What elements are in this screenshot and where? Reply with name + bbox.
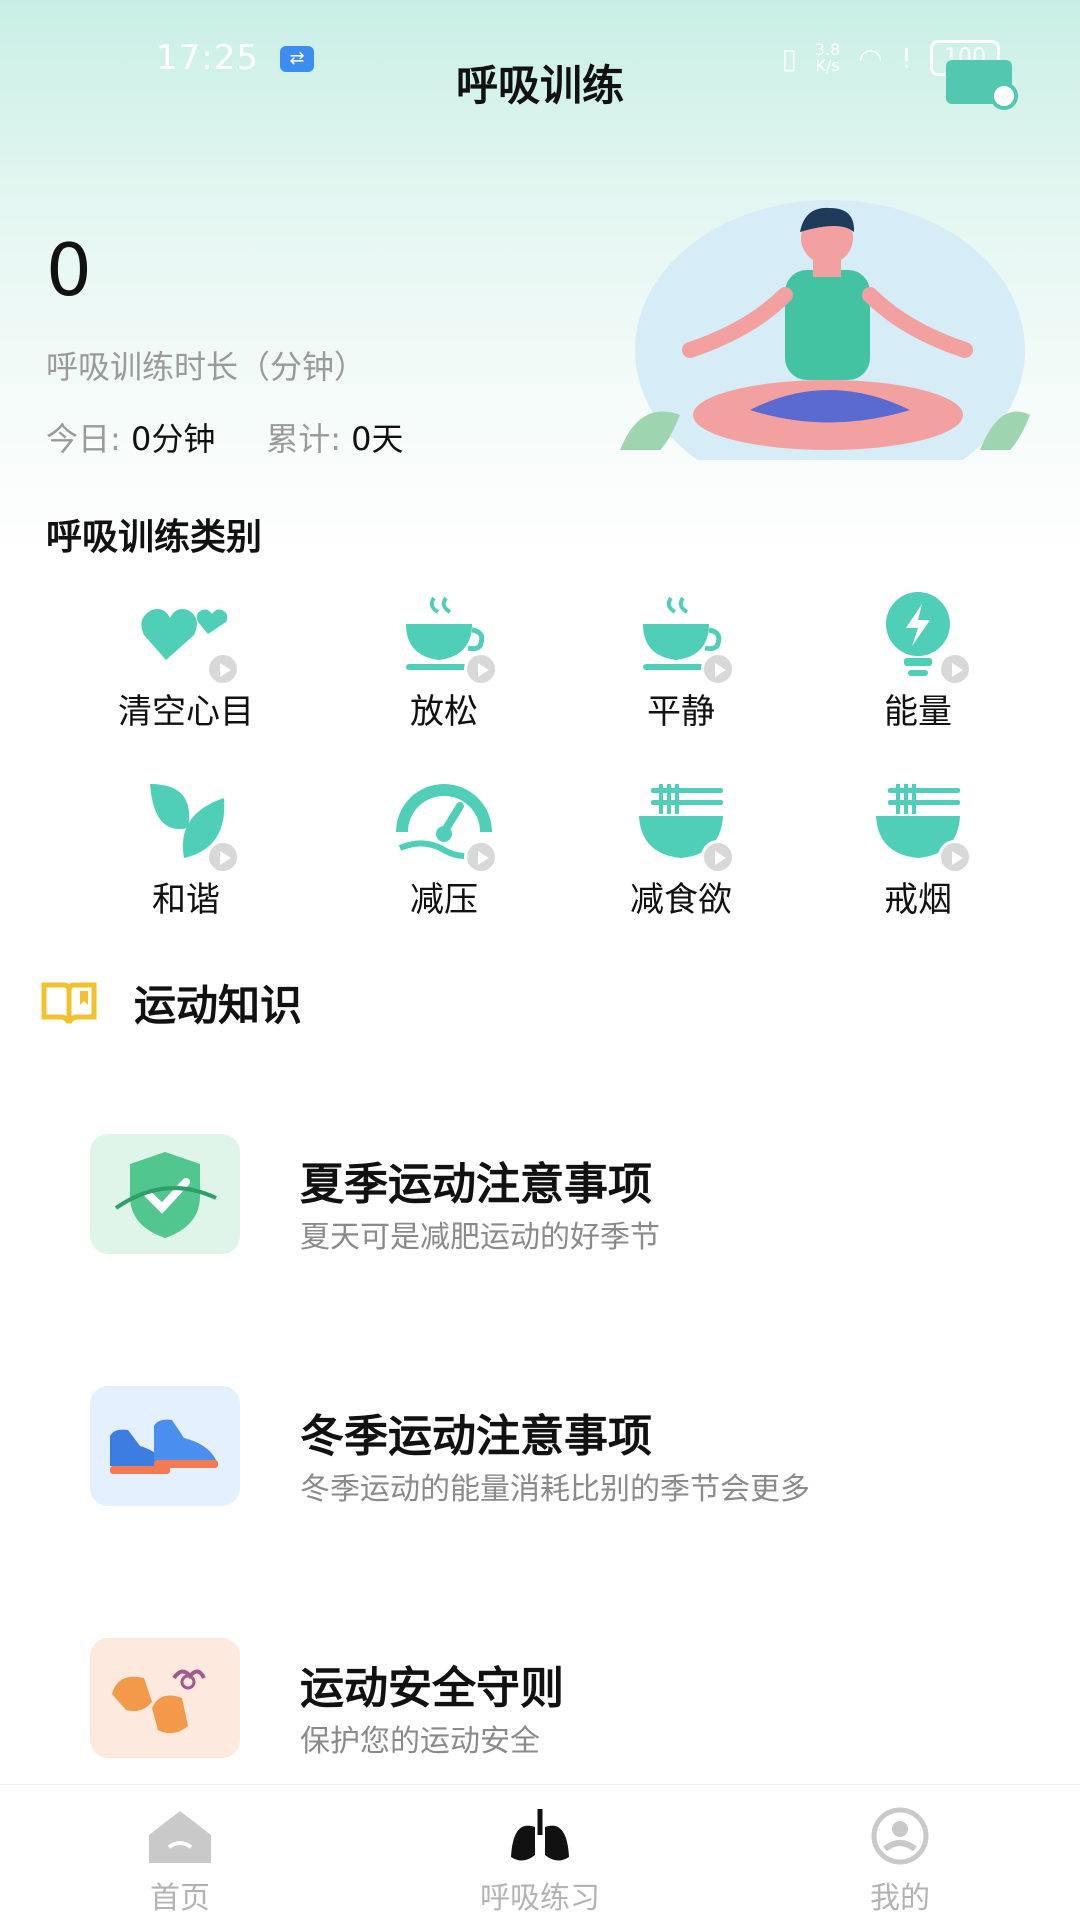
category-item-relax[interactable]: 放松 [344,590,544,733]
category-label: 清空心目 [118,692,254,732]
sneakers-icon [90,1386,240,1506]
gloves-icon [90,1638,240,1758]
category-label: 和谐 [152,880,220,920]
play-icon [701,652,735,686]
hearts-icon [136,590,240,686]
tab-profile[interactable]: 我的 [800,1807,1000,1917]
play-icon [701,840,735,874]
knowledge-subtitle: 冬季运动的能量消耗比别的季节会更多 [300,1472,810,1507]
category-item-calm[interactable]: 平静 [581,590,781,733]
cup-icon [631,590,735,686]
home-icon [149,1811,211,1863]
category-item-harmony[interactable]: 和谐 [86,778,286,921]
noodle-bowl-icon [868,778,972,874]
book-icon [41,982,97,1024]
total-days-label: 累计: [266,420,341,458]
bulb-icon [868,590,972,686]
knowledge-title: 夏季运动注意事项 [300,1159,652,1210]
gauge-icon [394,778,498,874]
category-label: 平静 [647,692,715,732]
today-value: 0分钟 [130,420,216,458]
tab-home[interactable]: 首页 [80,1807,280,1917]
knowledge-section-title: 运动知识 [134,981,303,1030]
stat-summary: 今日: 0分钟 累计: 0天 [46,414,404,460]
cup-icon [394,590,498,686]
shield-check-icon [90,1134,240,1254]
category-label: 减食欲 [630,880,732,920]
category-item-quit-smoking[interactable]: 戒烟 [818,778,1018,921]
knowledge-header: 运动知识 [40,972,302,1033]
category-label: 减压 [410,880,478,920]
knowledge-title: 冬季运动注意事项 [300,1411,652,1462]
category-label: 戒烟 [884,880,952,920]
play-icon [206,840,240,874]
play-icon [464,652,498,686]
category-section-title: 呼吸训练类别 [46,517,263,558]
knowledge-subtitle: 夏天可是减肥运动的好季节 [300,1220,660,1255]
category-label: 放松 [410,692,478,732]
clock-icon [990,82,1018,110]
lungs-icon [511,1809,569,1861]
history-button[interactable] [946,60,1018,110]
play-icon [938,840,972,874]
knowledge-item-safety[interactable]: 运动安全守则 保护您的运动安全 [90,1638,1040,1759]
tab-breathing-practice[interactable]: 呼吸练习 [440,1807,640,1917]
knowledge-item-summer[interactable]: 夏季运动注意事项 夏天可是减肥运动的好季节 [90,1134,1040,1255]
play-icon [206,652,240,686]
today-label: 今日: [46,420,121,458]
category-item-clear-mind[interactable]: 清空心目 [86,590,286,733]
knowledge-item-winter[interactable]: 冬季运动注意事项 冬季运动的能量消耗比别的季节会更多 [90,1386,1040,1507]
play-icon [938,652,972,686]
knowledge-title: 运动安全守则 [300,1663,564,1714]
leaves-icon [136,778,240,874]
category-item-stress-relief[interactable]: 减压 [344,778,544,921]
tab-label: 首页 [150,1881,210,1916]
total-days-value: 0天 [351,420,404,458]
noodle-bowl-icon [631,778,735,874]
knowledge-subtitle: 保护您的运动安全 [300,1724,540,1759]
play-icon [464,840,498,874]
tab-label: 呼吸练习 [480,1881,600,1916]
category-label: 能量 [884,692,952,732]
bottom-tab-bar: 首页 呼吸练习 我的 [0,1784,1080,1921]
page-title: 呼吸训练 [455,61,624,110]
training-duration-value: 0 [46,228,92,312]
meditation-illustration [620,200,1030,460]
category-item-reduce-appetite[interactable]: 减食欲 [581,778,781,921]
category-item-energy[interactable]: 能量 [818,590,1018,733]
tab-label: 我的 [870,1881,930,1916]
profile-icon [871,1807,929,1865]
training-duration-label: 呼吸训练时长（分钟） [46,348,367,386]
